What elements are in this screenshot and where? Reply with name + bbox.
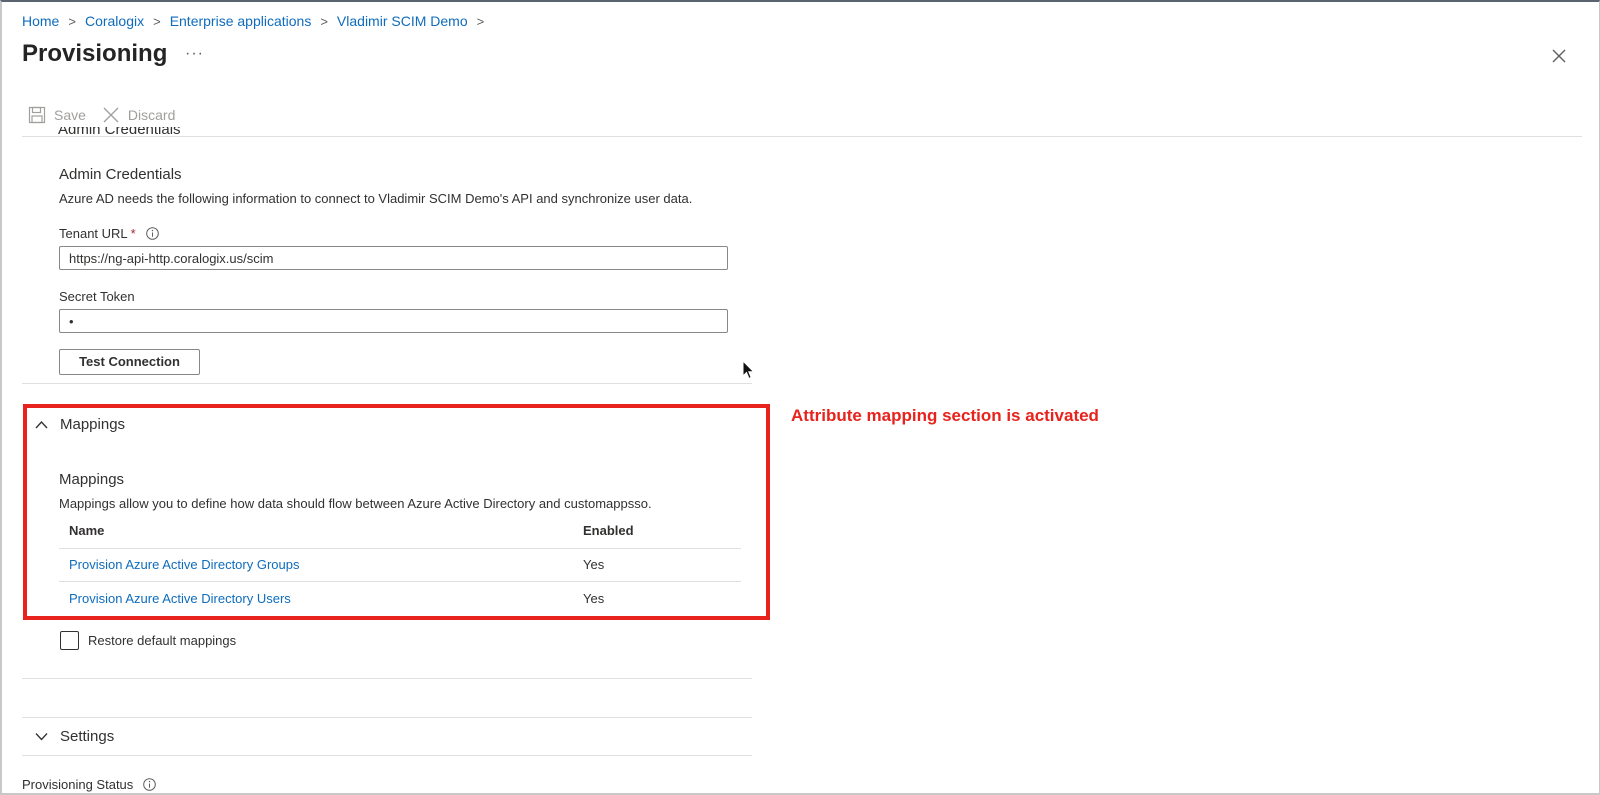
restore-default-mappings-checkbox[interactable]	[60, 631, 79, 650]
chevron-right-icon: >	[153, 13, 161, 29]
mapping-row-groups-link[interactable]: Provision Azure Active Directory Groups	[69, 557, 299, 572]
chevron-up-icon	[35, 421, 48, 429]
chevron-right-icon: >	[476, 13, 485, 29]
secret-token-label: Secret Token	[59, 289, 135, 304]
chevron-right-icon: >	[320, 13, 328, 29]
breadcrumb-coralogix[interactable]: Coralogix	[85, 13, 144, 29]
tenant-url-label: Tenant URL	[59, 226, 128, 241]
tenant-url-input[interactable]	[59, 246, 728, 270]
breadcrumb-app[interactable]: Vladimir SCIM Demo	[337, 13, 468, 29]
chevron-down-icon	[35, 733, 48, 741]
required-mark: *	[130, 226, 136, 241]
breadcrumb: Home > Coralogix > Enterprise applicatio…	[22, 13, 493, 29]
discard-button[interactable]: Discard	[102, 106, 175, 124]
mappings-title: Mappings	[59, 471, 125, 488]
discard-icon	[103, 107, 119, 123]
column-header-enabled[interactable]: Enabled	[583, 523, 634, 538]
admin-credentials-title: Admin Credentials	[59, 166, 182, 183]
mouse-pointer-icon	[742, 360, 755, 380]
page-title: Provisioning	[22, 40, 168, 67]
chevron-right-icon: >	[68, 13, 76, 29]
section-divider	[22, 383, 752, 384]
annotation-highlight-box	[23, 404, 770, 620]
mappings-section-header[interactable]: Mappings	[35, 416, 125, 433]
save-icon	[28, 106, 46, 124]
table-header-divider	[59, 548, 741, 549]
mapping-row-users-enabled: Yes	[583, 591, 605, 606]
column-header-name[interactable]: Name	[69, 523, 104, 538]
restore-default-mappings-label: Restore default mappings	[88, 633, 237, 648]
mapping-row-users-link[interactable]: Provision Azure Active Directory Users	[69, 591, 291, 606]
secret-token-input[interactable]	[59, 309, 728, 333]
command-bar: Save Discard	[28, 106, 191, 124]
close-icon[interactable]	[1551, 48, 1567, 64]
section-divider	[22, 717, 752, 718]
test-connection-button[interactable]: Test Connection	[59, 349, 200, 375]
table-row-divider	[59, 581, 741, 582]
settings-section-label: Settings	[60, 728, 115, 745]
window-frame	[0, 0, 1600, 795]
annotation-text: Attribute mapping section is activated	[791, 406, 1099, 425]
mappings-section-label: Mappings	[60, 416, 126, 433]
admin-credentials-description: Azure AD needs the following information…	[59, 191, 693, 206]
section-divider	[22, 755, 752, 756]
tenant-url-label-row: Tenant URL *	[59, 226, 159, 241]
mapping-row-groups-enabled: Yes	[583, 557, 605, 572]
settings-section-header[interactable]: Settings	[35, 728, 114, 745]
save-label: Save	[54, 107, 86, 123]
mappings-description: Mappings allow you to define how data sh…	[59, 496, 652, 511]
save-button[interactable]: Save	[28, 106, 86, 124]
more-options-button[interactable]: ···	[185, 45, 204, 63]
admin-credentials-section-label: Admin Credentials	[58, 127, 181, 137]
provisioning-status-label: Provisioning Status	[22, 777, 134, 792]
breadcrumb-enterprise-applications[interactable]: Enterprise applications	[170, 13, 312, 29]
admin-credentials-section-header[interactable]: Admin Credentials	[30, 127, 330, 137]
info-icon[interactable]	[145, 227, 159, 240]
section-divider	[22, 678, 752, 679]
breadcrumb-home[interactable]: Home	[22, 13, 59, 29]
discard-label: Discard	[127, 107, 176, 123]
provisioning-status-row: Provisioning Status	[22, 777, 157, 792]
info-icon[interactable]	[143, 778, 157, 791]
